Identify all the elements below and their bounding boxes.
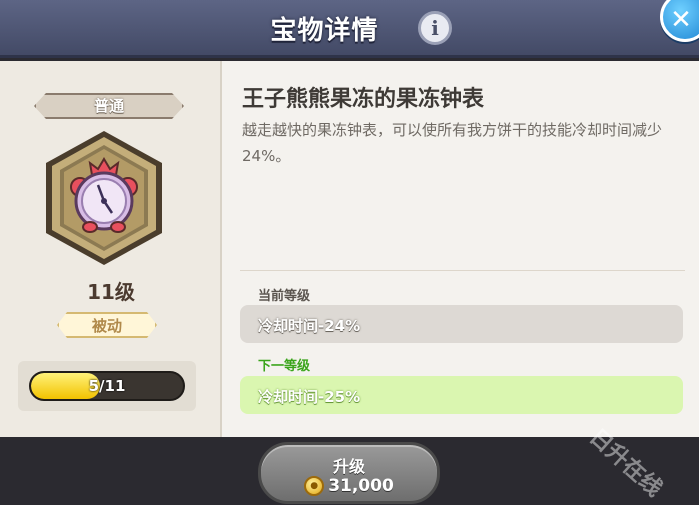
progress-label: 5/11	[88, 377, 126, 395]
upgrade-label: 升级	[332, 457, 365, 476]
info-icon[interactable]: i	[418, 11, 452, 45]
close-icon: ✕	[670, 5, 692, 35]
item-description: 越走越快的果冻钟表，可以使所有我方饼干的技能冷却时间减少 24%。	[242, 121, 663, 165]
item-detail-panel: 王子熊熊果冻的果冻钟表 越走越快的果冻钟表，可以使所有我方饼干的技能冷却时间减少…	[222, 61, 699, 437]
rarity-label: 普通	[93, 97, 124, 115]
next-level-effect: 冷却时间-25%	[258, 388, 361, 406]
coin-icon: ●	[304, 476, 325, 496]
next-level-label: 下一等级	[258, 359, 311, 374]
item-level: 11级	[87, 280, 135, 304]
current-level-effect: 冷却时间-24%	[258, 317, 361, 335]
page-title: 宝物详情	[270, 16, 379, 46]
current-level-label: 当前等级	[258, 289, 311, 304]
jelly-clock-icon	[46, 131, 162, 265]
divider	[240, 270, 685, 271]
type-label: 被动	[91, 317, 122, 335]
upgrade-cost: ● 31,000	[258, 476, 440, 496]
item-name: 王子熊熊果冻的果冻钟表	[242, 87, 485, 112]
header-bar: 宝物详情 i	[0, 0, 699, 58]
upgrade-cost-value: 31,000	[328, 476, 394, 496]
item-overview-panel: 普通 11级 被动 5/11	[0, 61, 222, 437]
